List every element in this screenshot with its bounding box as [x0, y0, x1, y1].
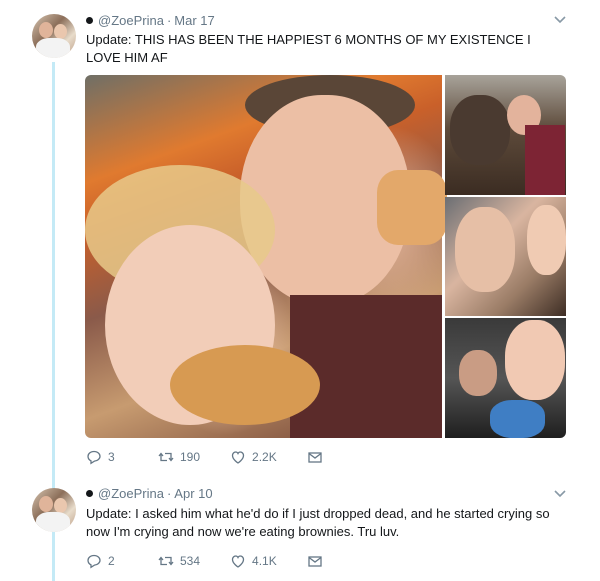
tweet-actions: 3 190 2.2K — [86, 449, 359, 465]
reply-icon — [87, 554, 101, 569]
chevron-down-icon[interactable] — [554, 485, 566, 501]
reply-icon — [87, 450, 101, 465]
retweet-icon — [158, 556, 174, 566]
tweet-text: Update: THIS HAS BEEN THE HAPPIEST 6 MON… — [86, 32, 531, 65]
tweet-actions: 2 534 4.1K — [86, 553, 359, 569]
heart-icon — [231, 555, 245, 568]
retweet-button[interactable]: 190 — [158, 449, 200, 465]
dm-button[interactable] — [307, 553, 329, 569]
dot-icon — [86, 490, 93, 497]
user-handle[interactable]: @ZoePrina — [98, 486, 164, 501]
reply-count: 3 — [108, 450, 115, 464]
avatar[interactable] — [32, 14, 76, 58]
reply-count: 2 — [108, 554, 115, 568]
tweet-text: Update: I asked him what he'd do if I ju… — [86, 506, 550, 539]
photo-bottom-right[interactable] — [445, 318, 566, 438]
envelope-icon — [308, 556, 322, 567]
tweet-timestamp[interactable]: Apr 10 — [174, 486, 212, 501]
tweet-media-grid[interactable] — [85, 75, 566, 438]
tweet-header: @ZoePrina · Apr 10 — [86, 486, 213, 501]
heart-icon — [231, 451, 245, 464]
user-handle[interactable]: @ZoePrina — [98, 13, 164, 28]
like-button[interactable]: 2.2K — [230, 449, 277, 465]
reply-button[interactable]: 2 — [86, 553, 128, 569]
dot-icon — [86, 17, 93, 24]
photo-middle-right[interactable] — [445, 197, 566, 316]
photo-main[interactable] — [85, 75, 447, 438]
retweet-icon — [158, 452, 174, 462]
like-button[interactable]: 4.1K — [230, 553, 277, 569]
like-count: 4.1K — [252, 554, 277, 568]
reply-button[interactable]: 3 — [86, 449, 128, 465]
header-separator: · — [166, 13, 172, 28]
chevron-down-icon[interactable] — [554, 11, 566, 27]
dm-button[interactable] — [307, 449, 329, 465]
retweet-count: 190 — [180, 450, 201, 464]
tweet-header: @ZoePrina · Mar 17 — [86, 13, 215, 28]
retweet-button[interactable]: 534 — [158, 553, 200, 569]
avatar[interactable] — [32, 488, 76, 532]
like-count: 2.2K — [252, 450, 277, 464]
header-separator: · — [166, 486, 172, 501]
envelope-icon — [308, 452, 322, 463]
tweet-timestamp[interactable]: Mar 17 — [174, 13, 214, 28]
retweet-count: 534 — [180, 554, 201, 568]
photo-top-right[interactable] — [445, 75, 566, 195]
